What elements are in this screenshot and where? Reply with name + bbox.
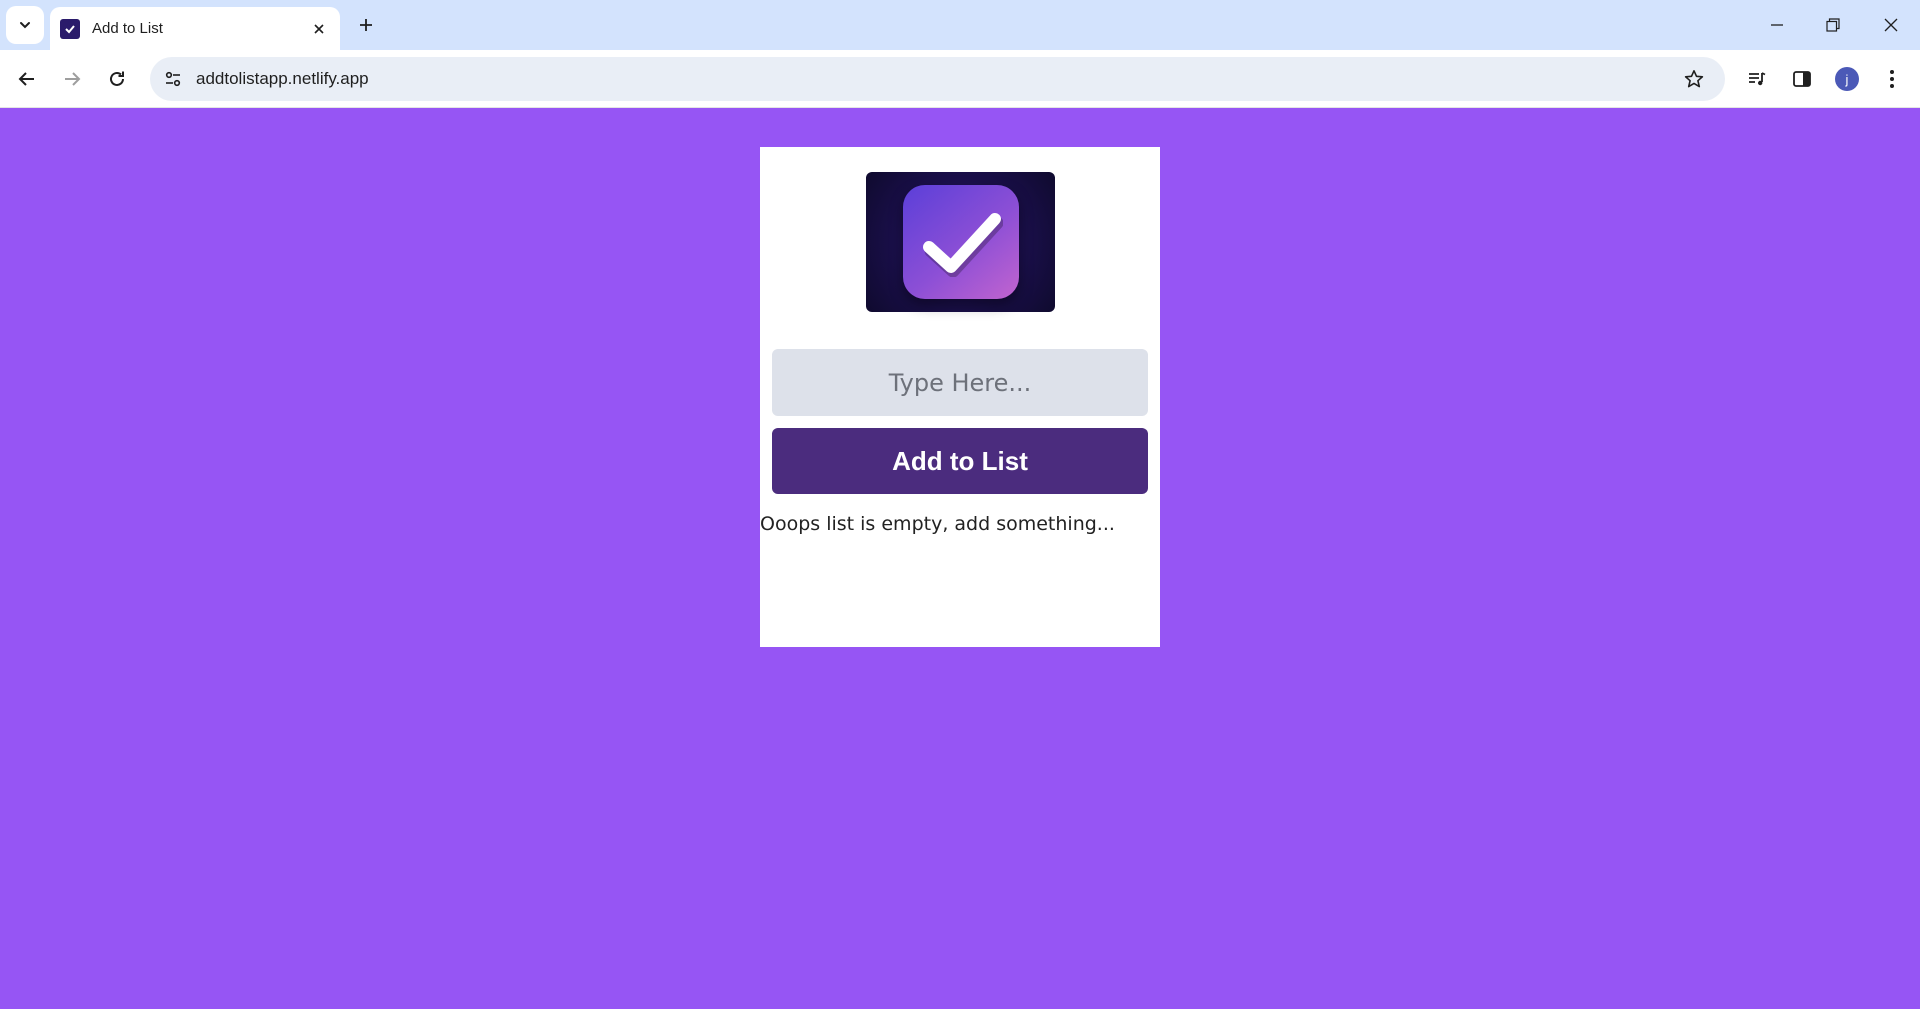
profile-avatar[interactable]: j — [1830, 62, 1864, 96]
page-viewport: Add to List Ooops list is empty, add som… — [0, 108, 1920, 1009]
checkmark-favicon-icon — [60, 18, 80, 39]
forward-arrow-icon[interactable] — [55, 62, 89, 96]
browser-toolbar: addtolistapp.netlify.app j — [0, 50, 1920, 108]
new-tab-plus-icon[interactable] — [353, 11, 379, 39]
media-controls-icon[interactable] — [1740, 62, 1774, 96]
tab-title: Add to List — [92, 20, 163, 37]
site-info-tune-icon[interactable] — [156, 62, 190, 96]
checkmark-logo-icon — [902, 185, 1019, 299]
close-window-icon[interactable] — [1876, 10, 1906, 40]
add-to-list-button[interactable]: Add to List — [772, 428, 1148, 494]
app-logo — [866, 172, 1055, 312]
tab-search-button[interactable] — [6, 6, 44, 44]
minimize-icon[interactable] — [1762, 10, 1792, 40]
kebab-menu-icon[interactable] — [1875, 62, 1909, 96]
back-arrow-icon[interactable] — [10, 62, 44, 96]
url-text[interactable]: addtolistapp.netlify.app — [196, 69, 1677, 89]
profile-avatar-initial: j — [1835, 67, 1859, 91]
side-panel-icon[interactable] — [1785, 62, 1819, 96]
todo-card: Add to List Ooops list is empty, add som… — [760, 147, 1160, 647]
close-tab-icon[interactable] — [308, 18, 330, 40]
empty-list-message: Ooops list is empty, add something... — [760, 513, 1115, 535]
bookmark-star-icon[interactable] — [1677, 62, 1711, 96]
address-bar[interactable]: addtolistapp.netlify.app — [150, 57, 1725, 101]
chevron-down-icon — [20, 22, 30, 29]
item-text-input[interactable] — [772, 349, 1148, 416]
restore-icon[interactable] — [1818, 10, 1848, 40]
active-tab[interactable]: Add to List — [50, 7, 340, 50]
tab-strip: Add to List — [0, 0, 1920, 50]
reload-icon[interactable] — [100, 62, 134, 96]
